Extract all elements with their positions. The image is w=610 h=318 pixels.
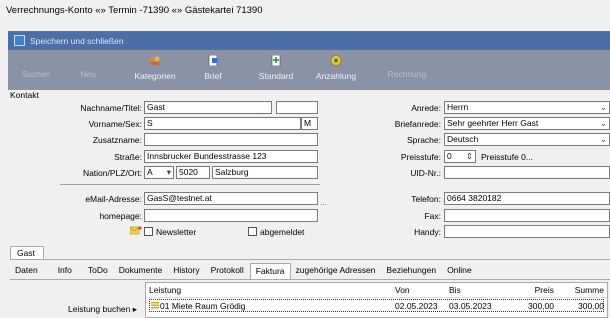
dropdown-arrow-icon: ⌄ [599,134,607,144]
mobile-field[interactable] [444,225,610,238]
subtab-bar: Daten Info ToDo Dokumente History Protok… [10,263,478,279]
column-header-from[interactable]: Von [395,285,410,295]
vat-id-label: UID-Nr.: [410,168,441,178]
cell-total: 300,00 [578,301,604,311]
homepage-label: homepage: [99,211,142,221]
letter-salutation-label: Briefanrede: [394,119,441,129]
fax-field[interactable] [444,209,610,222]
dropdown-arrow-icon: ⌄ [599,102,607,112]
toolbar: Speichern und schließen Suchen Neu Kateg… [8,31,610,90]
save-and-close-button[interactable]: Speichern und schließen [8,31,610,50]
column-header-total[interactable]: Summe [571,285,604,295]
additional-name-field[interactable] [144,133,318,146]
tab-todo[interactable]: ToDo [78,263,114,279]
vat-id-field[interactable] [444,166,610,179]
email-field[interactable]: GasS@testnet.at [144,192,318,205]
standard-button[interactable]: Standard [246,55,306,81]
header-divider [146,297,607,298]
salutation-select[interactable]: Herrn ⌄ [444,101,610,114]
nation-zip-city-label: Nation/PLZ/Ort: [82,168,142,178]
categories-button[interactable]: Kategorien [125,55,185,81]
email-label: eMail-Adresse: [85,194,142,204]
dropdown-arrow-icon: ▾ [166,167,171,177]
newsletter-checkbox[interactable]: Newsletter [144,227,196,237]
separator [60,184,320,185]
contact-group-label: Kontakt [10,90,39,100]
homepage-field[interactable] [144,209,318,222]
search-button[interactable]: Suchen [6,69,66,79]
service-row-icon [151,302,159,309]
newsletter-checkbox-box[interactable] [144,227,153,236]
standard-icon [271,55,281,66]
tab-daten[interactable]: Daten [10,263,44,279]
tab-protokoll[interactable]: Protokoll [206,263,250,279]
subtab-divider [10,279,610,280]
cell-price: 300,00 [528,301,554,311]
street-field[interactable]: Innsbrucker Bundesstrasse 123 [144,150,318,163]
email-more-icon[interactable]: ... [320,198,327,207]
cell-to: 03.05.2023 [449,301,492,311]
deposit-button[interactable]: Anzahlung [306,55,366,81]
unsubscribed-checkbox[interactable]: abgemeldet [248,227,304,237]
tab-online[interactable]: Online [442,263,478,279]
salutation-label: Anrede: [411,103,441,113]
firstname-field[interactable]: S [144,117,301,130]
price-level-label: Preisstufe: [400,152,441,162]
mobile-label: Handy: [414,227,441,237]
additional-name-label: Zusatzname: [92,135,142,145]
language-select[interactable]: Deutsch ⌄ [444,133,610,146]
tab-gast[interactable]: Gast [10,246,44,260]
deposit-icon [330,55,342,66]
save-and-close-label: Speichern und schließen [30,35,124,46]
letter-salutation-select[interactable]: Sehr geehrter Herr Gast ⌄ [444,117,610,130]
invoice-button[interactable]: Rechnung [377,69,437,79]
lastname-more-icon[interactable]: ... [260,107,267,116]
column-header-to[interactable]: Bis [449,285,461,295]
newsletter-icon [130,226,142,235]
lastname-field[interactable]: Gast [144,101,272,114]
phone-field[interactable]: 0664 3820182 [444,192,610,205]
submenu-arrow-icon: ▸ [132,304,138,314]
tab-info[interactable]: Info [44,263,78,279]
lastname-label: Nachname/Titel: [80,103,142,113]
tab-related-addresses[interactable]: zugehörige Adressen [291,263,382,279]
tab-dokumente[interactable]: Dokumente [114,263,168,279]
phone-label: Telefon: [411,194,441,204]
price-level-text: Preisstufe 0... [481,152,533,162]
cell-from: 02.05.2023 [395,301,438,311]
tab-divider [10,259,610,260]
categories-icon [149,56,160,65]
column-header-price[interactable]: Preis [526,285,554,295]
unsubscribed-checkbox-box[interactable] [248,227,257,236]
price-level-spinner[interactable]: 0 ⇕ [444,150,476,163]
tab-faktura[interactable]: Faktura [249,263,291,279]
city-field[interactable]: Salzburg [212,166,318,179]
street-label: Straße: [114,152,142,162]
save-disk-icon [14,35,25,46]
zip-field[interactable]: 5020 [176,166,210,179]
dropdown-arrow-icon: ⌄ [599,118,607,128]
fax-label: Fax: [424,211,441,221]
cell-service: 01 Miete Raum Grödig [160,301,246,311]
letter-button[interactable]: Brief [183,55,243,81]
letter-icon [208,55,218,66]
tab-beziehungen[interactable]: Beziehungen [381,263,442,279]
new-button[interactable]: Neu [58,69,118,79]
nation-select[interactable]: A ▾ [144,166,174,179]
sex-field[interactable]: M [301,117,318,130]
title-field[interactable] [276,101,318,114]
spinner-arrows-icon[interactable]: ⇕ [466,151,473,162]
billing-table: Leistung Von Bis Preis Summe 01 Miete Ra… [145,282,608,318]
firstname-label: Vorname/Sex: [88,119,142,129]
tab-history[interactable]: History [168,263,205,279]
language-label: Sprache: [406,135,441,145]
column-header-service[interactable]: Leistung [149,285,181,295]
window-title: Verrechnungs-Konto «» Termin -71390 «» G… [6,5,263,16]
book-service-menu[interactable]: Leistung buchen ▸ [68,304,137,315]
